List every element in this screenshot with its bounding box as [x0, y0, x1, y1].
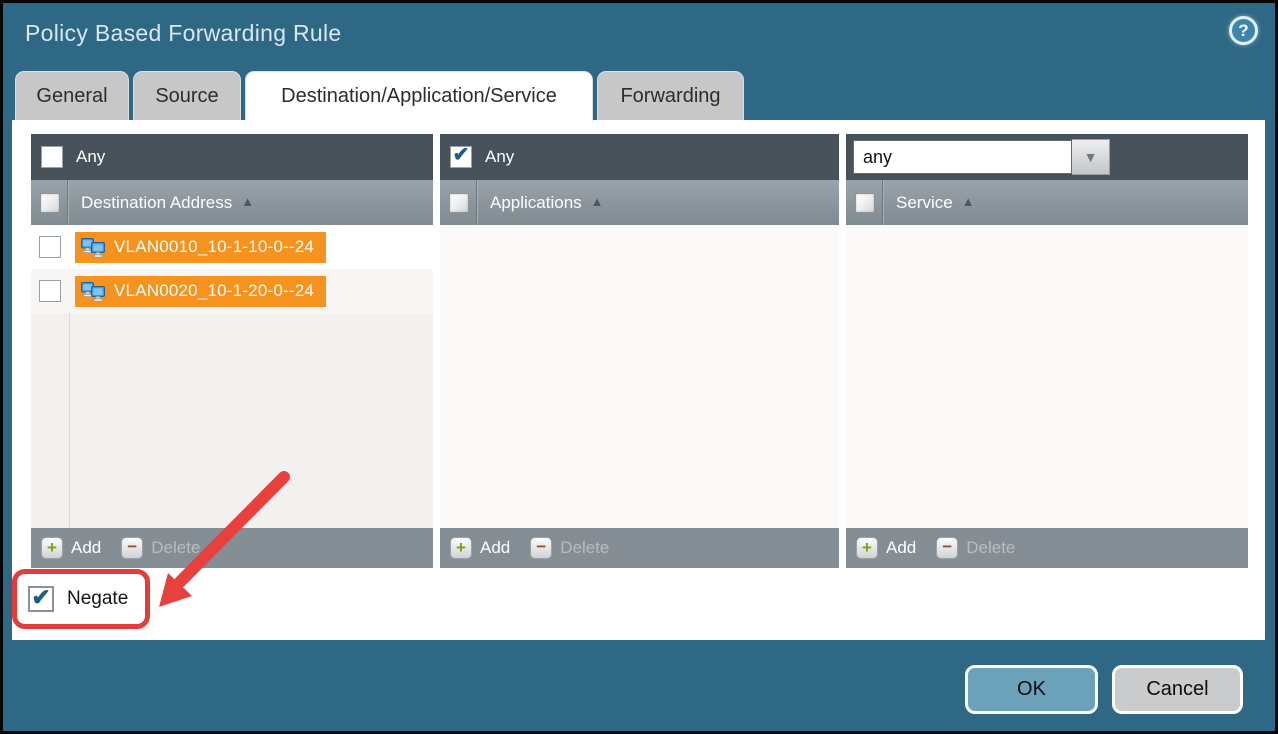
address-object-chip[interactable]: VLAN0010_10-1-10-0--24: [75, 232, 326, 263]
add-button[interactable]: Add: [480, 538, 510, 558]
destination-address-panel: Any Destination Address ▲: [31, 134, 433, 568]
delete-icon[interactable]: −: [121, 537, 143, 559]
add-button[interactable]: Add: [886, 538, 916, 558]
applications-column-header[interactable]: Applications ▲: [440, 180, 839, 225]
add-icon[interactable]: +: [856, 537, 878, 559]
sort-ascending-icon[interactable]: ▲: [241, 194, 254, 209]
service-list: [846, 225, 1248, 528]
destination-any-label: Any: [76, 147, 105, 167]
address-object-label: VLAN0010_10-1-10-0--24: [114, 237, 314, 257]
applications-panel: ✔ Any Applications ▲ + Add − Delete: [440, 134, 839, 568]
tab-content-panel: Any Destination Address ▲: [12, 120, 1265, 640]
service-select-all-checkbox[interactable]: [855, 193, 875, 213]
header-divider: [477, 180, 478, 225]
chevron-down-icon[interactable]: ▼: [1072, 139, 1110, 175]
tab-destination-application-service[interactable]: Destination/Application/Service: [245, 71, 593, 121]
header-divider: [68, 180, 69, 225]
add-icon[interactable]: +: [41, 537, 63, 559]
service-dropdown[interactable]: any ▼: [853, 139, 1110, 175]
destination-footer-bar: + Add − Delete: [31, 528, 433, 568]
sort-ascending-icon[interactable]: ▲: [591, 194, 604, 209]
delete-button[interactable]: Delete: [560, 538, 609, 558]
ok-button[interactable]: OK: [965, 665, 1098, 714]
table-row[interactable]: VLAN0020_10-1-20-0--24: [31, 269, 433, 313]
applications-any-label: Any: [485, 147, 514, 167]
applications-any-row: ✔ Any: [440, 134, 839, 180]
delete-button[interactable]: Delete: [966, 538, 1015, 558]
applications-footer-bar: + Add − Delete: [440, 528, 839, 568]
table-row[interactable]: VLAN0010_10-1-10-0--24: [31, 225, 433, 269]
address-object-label: VLAN0020_10-1-20-0--24: [114, 281, 314, 301]
address-object-chip[interactable]: VLAN0020_10-1-20-0--24: [75, 276, 326, 307]
negate-highlight-annotation: ✔ Negate: [12, 569, 150, 629]
check-icon: ✔: [453, 145, 470, 165]
negate-checkbox[interactable]: ✔: [28, 586, 54, 612]
delete-icon[interactable]: −: [530, 537, 552, 559]
destination-select-all-checkbox[interactable]: [40, 193, 60, 213]
row-checkbox[interactable]: [39, 280, 61, 302]
destination-any-checkbox[interactable]: [41, 146, 63, 168]
tab-source[interactable]: Source: [133, 71, 241, 120]
service-dropdown-row: any ▼: [846, 134, 1248, 180]
destination-address-header-label: Destination Address: [81, 193, 232, 213]
service-dropdown-value[interactable]: any: [853, 140, 1072, 174]
add-icon[interactable]: +: [450, 537, 472, 559]
header-divider: [883, 180, 884, 225]
help-icon[interactable]: ?: [1229, 16, 1258, 45]
tab-forwarding[interactable]: Forwarding: [597, 71, 744, 120]
service-header-label: Service: [896, 193, 953, 213]
delete-button[interactable]: Delete: [151, 538, 200, 558]
service-panel: any ▼ Service ▲ + Add − Delete: [846, 134, 1248, 568]
applications-select-all-checkbox[interactable]: [449, 193, 469, 213]
network-icon: [80, 280, 107, 303]
policy-based-forwarding-rule-dialog: Policy Based Forwarding Rule ? General S…: [0, 0, 1278, 734]
applications-any-checkbox[interactable]: ✔: [450, 146, 472, 168]
sort-ascending-icon[interactable]: ▲: [962, 194, 975, 209]
tab-bar: General Source Destination/Application/S…: [15, 71, 744, 120]
service-footer-bar: + Add − Delete: [846, 528, 1248, 568]
tab-general[interactable]: General: [15, 71, 129, 120]
dialog-title: Policy Based Forwarding Rule: [25, 20, 342, 47]
delete-icon[interactable]: −: [936, 537, 958, 559]
service-column-header[interactable]: Service ▲: [846, 180, 1248, 225]
destination-any-row: Any: [31, 134, 433, 180]
applications-header-label: Applications: [490, 193, 582, 213]
row-checkbox[interactable]: [39, 236, 61, 258]
destination-address-list: VLAN0010_10-1-10-0--24: [31, 225, 433, 528]
negate-label: Negate: [67, 588, 128, 610]
check-icon: ✔: [31, 586, 50, 609]
cancel-button[interactable]: Cancel: [1112, 665, 1243, 714]
applications-list: [440, 225, 839, 528]
network-icon: [80, 236, 107, 259]
add-button[interactable]: Add: [71, 538, 101, 558]
destination-address-column-header[interactable]: Destination Address ▲: [31, 180, 433, 225]
